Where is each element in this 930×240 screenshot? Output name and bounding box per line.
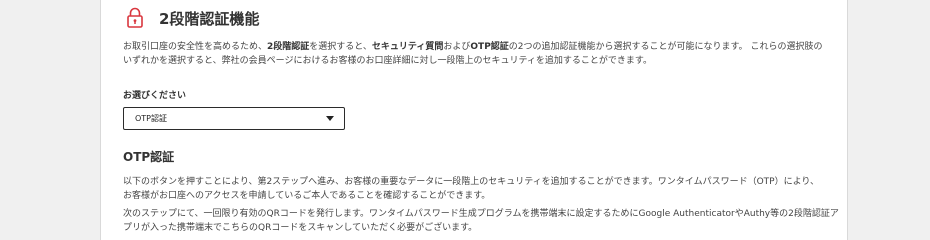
select-label: お選びください [123,91,187,101]
lock-icon [127,7,143,28]
select-value: OTP認証 [135,114,168,123]
otp-heading: OTP認証 [123,150,175,164]
intro-text: お取引口座の安全性を高めるため、2段階認証を選択すると、セキュリティ質問およびO… [123,40,843,68]
qr-line-1: 次のステップにて、一回限り有効のQRコードを発行します。ワンタイムパスワード生成… [123,209,839,219]
qr-line-2: プリが入った携帯端末でこちらのQRコードをスキャンしていただく必要がございます。 [123,223,478,233]
two-factor-panel: 2段階認証機能 お取引口座の安全性を高めるため、2段階認証を選択すると、セキュリ… [100,0,848,240]
bold-security-question: セキュリティ質問 [371,42,444,52]
otp-desc-line-2: お客様がお口座へのアクセスを申請しているご本人であることを確認することができます… [123,191,491,201]
qr-instructions: 次のステップにて、一回限り有効のQRコードを発行します。ワンタイムパスワード生成… [123,207,843,235]
otp-desc-line-1: 以下のボタンを押すことにより、第2ステップへ進み、お客様の重要なデータに一段階上… [123,177,820,187]
bold-two-step: 2段階認証 [267,42,310,52]
page-title: 2段階認証機能 [159,9,260,28]
otp-description: 以下のボタンを押すことにより、第2ステップへ進み、お客様の重要なデータに一段階上… [123,175,843,203]
intro-line-2: いずれかを選択すると、弊社の会員ページにおけるお客様のお口座詳細に対し一段階上の… [123,56,653,66]
intro-line-1: お取引口座の安全性を高めるため、2段階認証を選択すると、セキュリティ質問およびO… [123,42,823,52]
bold-otp: OTP認証 [470,42,509,52]
caret-down-icon [326,116,334,121]
auth-method-select[interactable]: OTP認証 [123,107,345,130]
section-header: 2段階認証機能 [123,6,259,30]
